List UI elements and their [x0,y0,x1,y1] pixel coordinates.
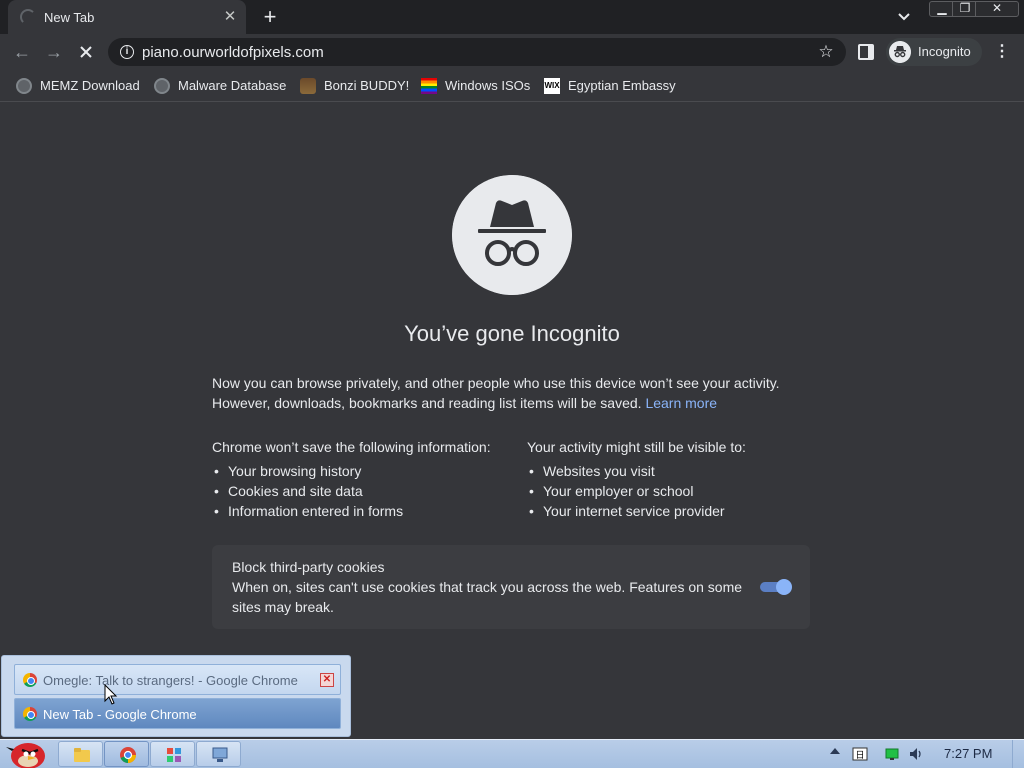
network-status-icon[interactable] [884,746,900,762]
tab-title: New Tab [44,10,95,25]
svg-text:日: 日 [855,750,864,761]
not-saved-column: Chrome won’t save the following informat… [212,437,512,521]
taskbar-chrome-button[interactable] [104,741,149,767]
taskbar-explorer-button[interactable] [58,741,103,767]
cookie-card-description: When on, sites can't use cookies that tr… [232,579,743,615]
tab-strip: New Tab ✕ + ▁ ❐ ✕ [0,0,1024,34]
chrome-icon [23,707,37,721]
screen: New Tab ✕ + ▁ ❐ ✕ ← → i piano.ourworldof… [0,0,1024,768]
incognito-avatar-icon [889,41,911,63]
tab-close-icon[interactable]: ✕ [220,7,240,27]
computer-icon [212,747,228,762]
bookmark-star-icon[interactable]: ☆ [816,42,836,62]
list-item: Your browsing history [212,461,512,481]
tab-search-icon[interactable] [893,6,915,28]
bookmark-label: Malware Database [178,78,287,93]
block-cookies-toggle[interactable] [760,579,792,595]
taskbar-window-list: Omegle: Talk to strangers! - Google Chro… [1,655,351,737]
learn-more-link[interactable]: Learn more [645,395,717,411]
incognito-page: You’ve gone Incognito Now you can browse… [0,103,1024,739]
globe-icon [154,78,170,94]
list-item: Your employer or school [527,481,827,501]
incognito-profile-chip[interactable]: Incognito [886,38,982,66]
show-hidden-icons-icon[interactable] [830,748,840,754]
toolbar: ← → i piano.ourworldofpixels.com ☆ Incog… [0,34,1024,70]
not-saved-title: Chrome won’t save the following informat… [212,439,491,455]
toggle-knob [776,579,792,595]
tab-new-tab[interactable]: New Tab ✕ [8,0,246,34]
bookmark-label: Egyptian Embassy [568,78,676,93]
intro-paragraph: Now you can browse privately, and other … [212,373,812,413]
angry-bird-start-icon[interactable] [4,737,48,768]
third-party-cookies-card: Block third-party cookies When on, sites… [212,545,810,629]
mouse-cursor-icon [104,684,118,705]
bookmark-label: Bonzi BUDDY! [324,78,410,93]
still-visible-column: Your activity might still be visible to:… [527,437,827,521]
window-item-label: New Tab - Google Chrome [43,707,197,722]
cookie-card-title: Block third-party cookies [232,559,385,575]
url-text[interactable]: piano.ourworldofpixels.com [142,44,324,61]
bookmarks-bar: MEMZ Download Malware Database Bonzi BUD… [0,70,1024,102]
side-panel-icon[interactable] [858,44,874,60]
rainbow-flag-icon [421,78,437,94]
folder-icon [74,748,90,762]
list-item: Information entered in forms [212,501,512,521]
taskbar-clock[interactable]: 7:27 PM [944,746,992,761]
menu-kebab-icon[interactable]: ⋮ [992,42,1012,62]
grid-app-icon [167,748,181,762]
bonzi-icon [300,78,316,94]
windows-taskbar: 日 7:27 PM [0,739,1024,768]
stop-loading-icon[interactable] [72,38,100,66]
show-desktop-button[interactable] [1012,740,1024,768]
back-button[interactable]: ← [8,38,36,66]
volume-icon[interactable] [908,746,924,762]
window-item-label: Omegle: Talk to strangers! - Google Chro… [43,673,298,688]
list-item: Your internet service provider [527,501,827,521]
keyboard-language-icon[interactable]: 日 [852,746,868,762]
bookmark-label: MEMZ Download [40,78,140,93]
address-bar[interactable]: i piano.ourworldofpixels.com ☆ [108,38,846,66]
new-tab-button[interactable]: + [258,5,282,29]
still-visible-title: Your activity might still be visible to: [527,439,746,455]
incognito-label: Incognito [918,44,971,59]
loading-spinner-icon [20,9,36,25]
wix-icon: WIX [544,78,560,94]
window-item-omegle[interactable]: Omegle: Talk to strangers! - Google Chro… [14,664,341,695]
bookmark-label: Windows ISOs [445,78,531,93]
close-window-button[interactable]: ✕ [975,1,1019,17]
window-item-new-tab[interactable]: New Tab - Google Chrome [14,698,341,729]
list-item: Websites you visit [527,461,827,481]
taskbar-app-button[interactable] [150,741,195,767]
close-window-icon[interactable]: ✕ [320,673,334,687]
site-info-icon[interactable]: i [120,45,134,59]
forward-button[interactable]: → [40,38,68,66]
taskbar-network-button[interactable] [196,741,241,767]
incognito-logo-icon [452,175,572,295]
list-item: Cookies and site data [212,481,512,501]
chrome-icon [23,673,37,687]
page-title: You’ve gone Incognito [404,321,620,346]
chrome-icon [120,747,136,763]
globe-icon [16,78,32,94]
